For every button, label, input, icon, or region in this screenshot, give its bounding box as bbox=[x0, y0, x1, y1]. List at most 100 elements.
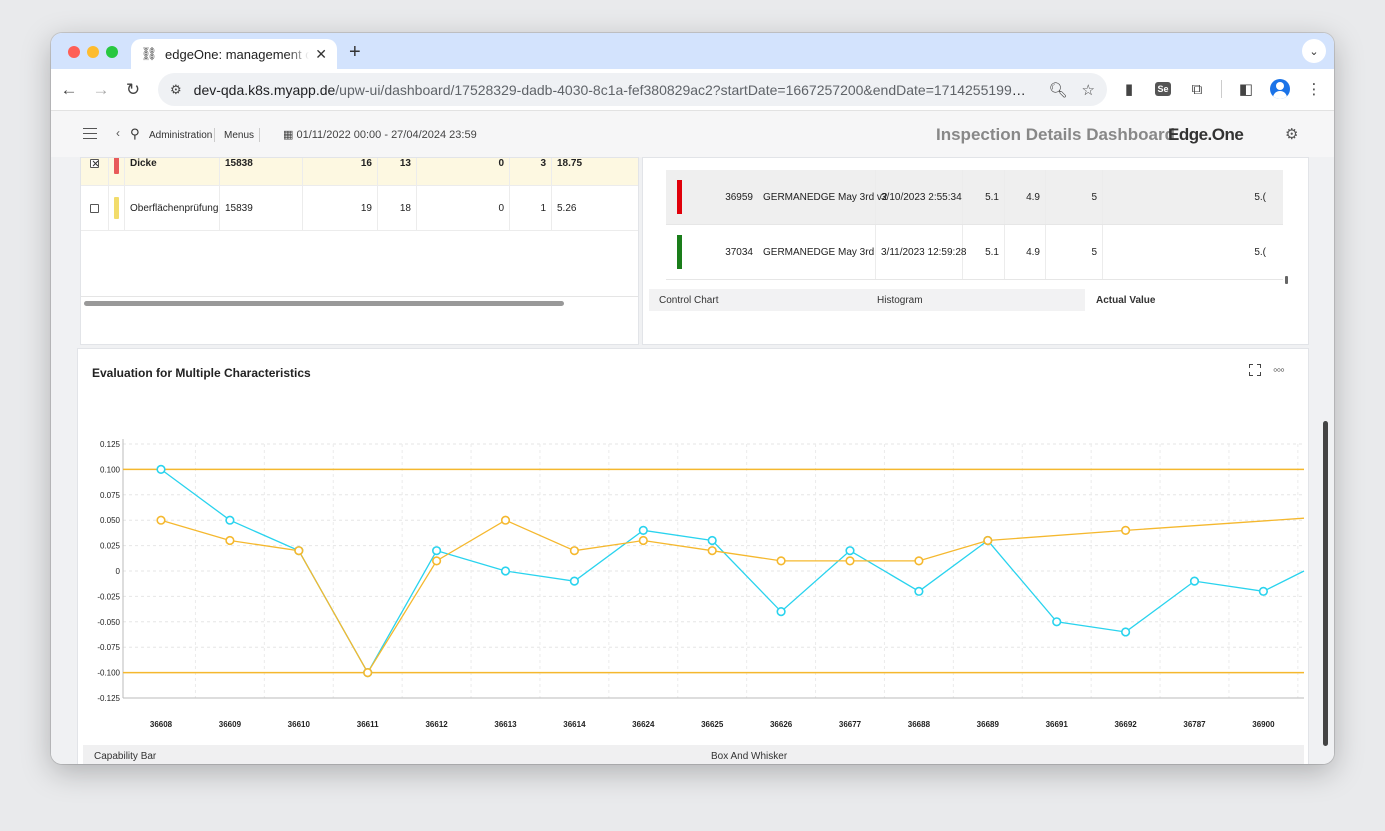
tab-control-chart[interactable]: Control Chart bbox=[659, 289, 718, 311]
x-tick-label: 36613 bbox=[494, 720, 517, 729]
address-bar[interactable]: ⚙ dev-qda.k8s.myapp.de/upw-ui/dashboard/… bbox=[158, 73, 1107, 106]
x-tick-label: 36677 bbox=[839, 720, 862, 729]
data-point bbox=[500, 515, 511, 525]
toolbar-divider bbox=[1221, 80, 1222, 98]
close-window-button[interactable] bbox=[68, 46, 80, 58]
x-tick-label: 36787 bbox=[1183, 720, 1206, 729]
y-tick-label: -0.050 bbox=[97, 618, 120, 627]
data-point bbox=[638, 525, 648, 535]
row-checkbox[interactable] bbox=[90, 203, 99, 213]
minimize-window-button[interactable] bbox=[87, 46, 99, 58]
selenium-extension-icon[interactable]: Se bbox=[1153, 78, 1173, 100]
fullscreen-icon[interactable] bbox=[1248, 363, 1262, 377]
x-tick-label: 36624 bbox=[632, 720, 655, 729]
data-point bbox=[707, 546, 717, 556]
table-row[interactable]: 36959 GERMANEDGE May 3rd v2 3/10/2023 2:… bbox=[666, 170, 1283, 225]
cell-value: 5.( bbox=[1254, 191, 1266, 203]
cell-value: 18 bbox=[378, 186, 417, 230]
value-id: 37034 bbox=[725, 246, 753, 258]
cell-value: 5.( bbox=[1254, 246, 1266, 258]
data-point bbox=[1120, 627, 1131, 637]
characteristic-name: Oberflächenprüfung bbox=[125, 186, 220, 230]
cell-value: 5 bbox=[1046, 170, 1103, 224]
data-point bbox=[500, 566, 511, 576]
data-point bbox=[432, 556, 442, 566]
data-point bbox=[1120, 525, 1131, 535]
x-tick-label: 36626 bbox=[770, 720, 793, 729]
url-text[interactable]: dev-qda.k8s.myapp.de/upw-ui/dashboard/17… bbox=[194, 82, 1035, 98]
y-tick-label: 0 bbox=[116, 567, 121, 576]
data-point bbox=[156, 464, 166, 475]
breadcrumb-administration[interactable]: Administration bbox=[149, 130, 212, 141]
zoom-icon[interactable]: 🔍︎ bbox=[1049, 81, 1068, 99]
cell-value: 18.75 bbox=[557, 157, 583, 169]
status-flag bbox=[676, 235, 682, 269]
dashboard-title: Inspection Details Dashboard bbox=[936, 125, 1175, 144]
data-point bbox=[432, 546, 442, 556]
browser-window: ⛓ edgeOne: management of ma ✕ + ⌄ ← → ↻ … bbox=[51, 33, 1334, 764]
back-button[interactable]: ← bbox=[57, 78, 81, 102]
data-point bbox=[983, 535, 993, 546]
tab-histogram[interactable]: Histogram bbox=[877, 289, 923, 311]
sliders-settings-icon[interactable]: ⚙ bbox=[1285, 125, 1298, 143]
more-options-icon[interactable]: ◦◦◦ bbox=[1273, 362, 1285, 377]
tab-box-and-whisker[interactable]: Box And Whisker bbox=[711, 745, 787, 764]
site-settings-icon[interactable]: ⚙ bbox=[170, 82, 182, 98]
tab-actual-value[interactable]: Actual Value bbox=[1085, 289, 1308, 311]
browser-tab[interactable]: ⛓ edgeOne: management of ma ✕ bbox=[131, 39, 337, 69]
status-flag bbox=[114, 158, 119, 174]
link-icon: ⛓ bbox=[140, 46, 158, 61]
bookmark-star-icon[interactable]: ☆ bbox=[1082, 81, 1095, 99]
chevron-left-icon[interactable]: ‹ bbox=[116, 126, 120, 140]
tab-title: edgeOne: management of ma bbox=[165, 46, 310, 62]
row-checkbox[interactable] bbox=[90, 158, 99, 168]
cell-value: 3 bbox=[510, 158, 552, 185]
table-row[interactable]: Dicke 15838 16 13 0 3 18.75 bbox=[81, 157, 638, 186]
data-point bbox=[294, 546, 304, 556]
extensions-icon[interactable]: ⧉ bbox=[1187, 78, 1207, 100]
y-tick-label: 0.100 bbox=[100, 465, 121, 474]
x-tick-label: 36614 bbox=[563, 720, 586, 729]
cell-value: 5.1 bbox=[963, 225, 1005, 279]
y-tick-label: -0.025 bbox=[97, 592, 120, 601]
menu-icon[interactable] bbox=[83, 128, 97, 139]
tab-strip: ⛓ edgeOne: management of ma ✕ + ⌄ bbox=[51, 33, 1334, 69]
browser-menu-icon[interactable]: ⋮ bbox=[1304, 78, 1324, 100]
cell-value: 1 bbox=[510, 186, 552, 230]
forward-button[interactable]: → bbox=[89, 78, 113, 102]
table-row[interactable]: 37034 GERMANEDGE May 3rd 3/11/2023 12:59… bbox=[666, 225, 1283, 280]
table-row[interactable]: Oberflächenprüfung 15839 19 18 0 1 5.26 bbox=[81, 186, 638, 231]
evaluation-chart-card: Evaluation for Multiple Characteristics … bbox=[77, 348, 1309, 764]
reload-button[interactable]: ↻ bbox=[121, 78, 145, 102]
breadcrumb-menus[interactable]: Menus bbox=[224, 130, 254, 141]
characteristic-id: 15838 bbox=[220, 158, 303, 185]
tab-search-button[interactable]: ⌄ bbox=[1302, 39, 1326, 63]
cell-value: 5 bbox=[1046, 225, 1103, 279]
cell-value: 4.9 bbox=[1005, 170, 1046, 224]
side-panel-icon[interactable]: ◧ bbox=[1236, 78, 1256, 100]
vertical-scrollbar[interactable] bbox=[1285, 276, 1288, 284]
data-point bbox=[914, 556, 924, 566]
data-point bbox=[225, 515, 235, 525]
x-tick-label: 36625 bbox=[701, 720, 724, 729]
close-tab-icon[interactable]: ✕ bbox=[315, 46, 327, 63]
data-point bbox=[845, 546, 855, 556]
data-point bbox=[1258, 586, 1268, 596]
profile-avatar[interactable] bbox=[1270, 79, 1290, 99]
value-date: 3/10/2023 2:55:34 bbox=[876, 170, 963, 224]
chart-bottom-tabs: Capability Bar Box And Whisker bbox=[83, 745, 1304, 764]
horizontal-scrollbar[interactable] bbox=[84, 301, 564, 306]
x-tick-label: 36610 bbox=[288, 720, 311, 729]
maximize-window-button[interactable] bbox=[106, 46, 118, 58]
data-point bbox=[1052, 617, 1062, 627]
cell-value: 5.1 bbox=[963, 170, 1005, 224]
page-scrollbar[interactable] bbox=[1323, 421, 1328, 746]
date-range-picker[interactable]: ▦ 01/11/2022 00:00 - 27/04/2024 23:59 bbox=[283, 128, 477, 141]
y-tick-label: -0.125 bbox=[97, 694, 120, 703]
bookmark-icon[interactable]: ▮ bbox=[1119, 78, 1139, 100]
x-tick-label: 36608 bbox=[150, 720, 173, 729]
tab-capability-bar[interactable]: Capability Bar bbox=[94, 745, 156, 764]
characteristic-id: 15839 bbox=[220, 186, 303, 230]
value-id: 36959 bbox=[725, 191, 753, 203]
new-tab-button[interactable]: + bbox=[349, 41, 361, 64]
